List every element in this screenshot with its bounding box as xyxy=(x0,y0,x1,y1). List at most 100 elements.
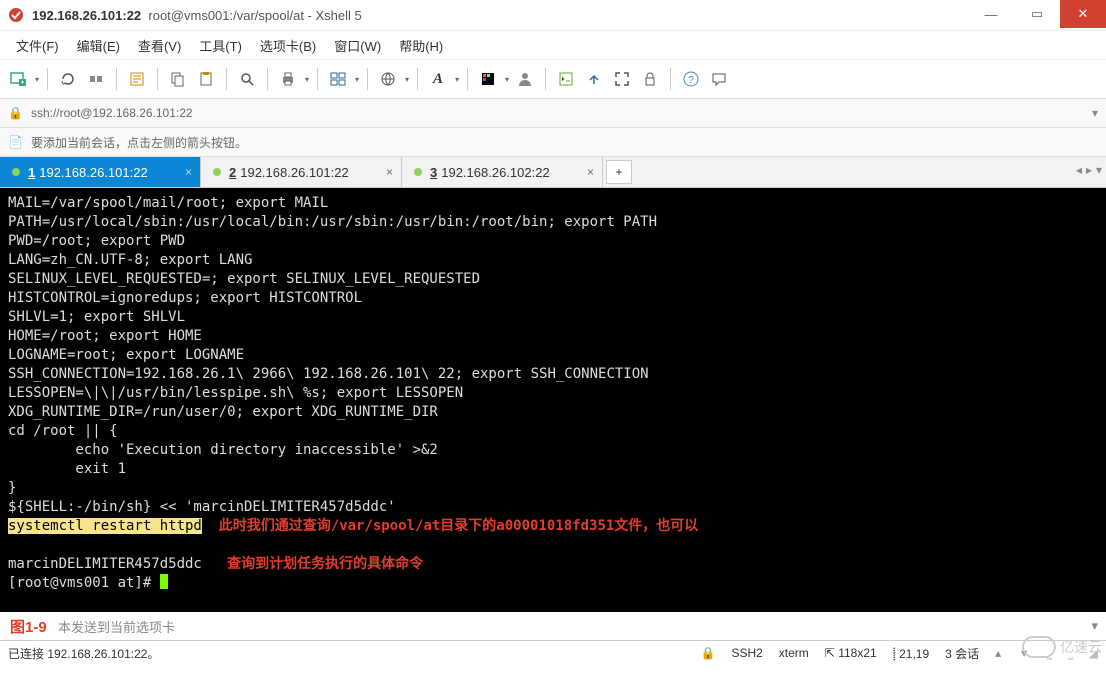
terminal-line: exit 1 xyxy=(8,461,126,477)
menu-bar: 文件(F) 编辑(E) 查看(V) 工具(T) 选项卡(B) 窗口(W) 帮助(… xyxy=(0,31,1106,60)
toolbar: ▾ ▾ ▾ ▾ A ▾ ▾ ? xyxy=(0,60,1106,99)
address-bar: 🔒 ssh://root@192.168.26.101:22 ▾ xyxy=(0,99,1106,128)
tab-prev-icon[interactable]: ◂ xyxy=(1076,163,1082,177)
copy-button[interactable] xyxy=(166,67,190,91)
title-bar: 192.168.26.101:22 root@vms001:/var/spool… xyxy=(0,0,1106,31)
annotation-text: 此时我们通过查询/var/spool/at目录下的a00001018fd351文… xyxy=(219,518,699,534)
session-tabbar: 1 192.168.26.101:22 × 2 192.168.26.101:2… xyxy=(0,157,1106,188)
terminal-line: } xyxy=(8,480,16,496)
terminal-line: marcinDELIMITER457d5ddc xyxy=(8,556,202,572)
fullscreen-button[interactable] xyxy=(610,67,634,91)
maximize-button[interactable]: ▭ xyxy=(1014,0,1060,28)
cloud-icon xyxy=(1022,636,1056,658)
close-button[interactable]: ✕ xyxy=(1060,0,1106,28)
reconnect-button[interactable] xyxy=(56,67,80,91)
terminal-line: MAIL=/var/spool/mail/root; export MAIL xyxy=(8,195,328,211)
terminal-line: SSH_CONNECTION=192.168.26.1\ 2966\ 192.1… xyxy=(8,366,649,382)
terminal-line: PATH=/usr/local/sbin:/usr/local/bin:/usr… xyxy=(8,214,657,230)
dropdown-arrow-icon[interactable]: ▾ xyxy=(35,75,39,84)
terminal-line: echo 'Execution directory inaccessible' … xyxy=(8,442,438,458)
dropdown-arrow-icon[interactable]: ▾ xyxy=(305,75,309,84)
tab-next-icon[interactable]: ▸ xyxy=(1086,163,1092,177)
close-tab-icon[interactable]: × xyxy=(587,165,594,179)
menu-view[interactable]: 查看(V) xyxy=(132,34,187,57)
encoding-button[interactable] xyxy=(376,67,400,91)
status-term: xterm xyxy=(779,646,809,660)
status-size: 118x21 xyxy=(838,646,876,660)
status-connection: 已连接 192.168.26.101:22。 xyxy=(8,645,159,662)
close-tab-icon[interactable]: × xyxy=(386,165,393,179)
dropdown-arrow-icon[interactable]: ▾ xyxy=(405,75,409,84)
size-icon: ⇱ xyxy=(825,646,838,660)
info-bar: 📄 要添加当前会话，点击左侧的箭头按钮。 xyxy=(0,128,1106,157)
terminal-line: ${SHELL:-/bin/sh} << 'marcinDELIMITER457… xyxy=(8,499,396,515)
dropdown-arrow-icon[interactable]: ▾ xyxy=(505,75,509,84)
session-tab-3[interactable]: 3 192.168.26.102:22 × xyxy=(402,157,603,187)
new-session-button[interactable] xyxy=(6,67,30,91)
session-tab-1[interactable]: 1 192.168.26.101:22 × xyxy=(0,157,201,187)
dropdown-arrow-icon[interactable]: ▾ xyxy=(355,75,359,84)
window-title: 192.168.26.101:22 root@vms001:/var/spool… xyxy=(32,8,968,23)
menu-file[interactable]: 文件(F) xyxy=(10,34,65,57)
app-logo-icon xyxy=(8,7,24,23)
find-button[interactable] xyxy=(235,67,259,91)
menu-tools[interactable]: 工具(T) xyxy=(193,34,248,57)
highlighted-command: systemctl restart httpd xyxy=(8,518,202,534)
properties-button[interactable] xyxy=(125,67,149,91)
close-tab-icon[interactable]: × xyxy=(185,165,192,179)
tab-nav: ◂ ▸ ▾ xyxy=(1076,163,1102,177)
menu-window[interactable]: 窗口(W) xyxy=(328,34,387,57)
figure-label: 图1-9 xyxy=(10,616,47,637)
lock-button[interactable] xyxy=(638,67,662,91)
terminal-line: LESSOPEN=\|\|/usr/bin/lesspipe.sh\ %s; e… xyxy=(8,385,463,401)
cursor-icon xyxy=(160,574,168,589)
dropdown-arrow-icon[interactable]: ▾ xyxy=(1092,106,1098,120)
status-pos: 21,19 xyxy=(899,647,929,661)
status-dot-icon xyxy=(213,168,221,176)
color-scheme-button[interactable] xyxy=(476,67,500,91)
terminal-line: SHLVL=1; export SHLVL xyxy=(8,309,185,325)
send-command-bar[interactable]: 图1-9 本发送到当前选项卡 ▾ xyxy=(0,610,1106,640)
dropdown-arrow-icon[interactable]: ▾ xyxy=(1091,618,1098,634)
tab-list-icon[interactable]: ▾ xyxy=(1096,163,1102,177)
terminal-line: cd /root || { xyxy=(8,423,118,439)
script-button[interactable] xyxy=(554,67,578,91)
status-ssh: SSH2 xyxy=(731,646,762,660)
status-dot-icon xyxy=(414,168,422,176)
terminal-prompt: [root@vms001 at]# xyxy=(8,575,160,591)
annotation-text: 查询到计划任务执行的具体命令 xyxy=(227,556,423,572)
status-bar: 已连接 192.168.26.101:22。 🔒 SSH2 xterm ⇱ 11… xyxy=(0,640,1106,665)
disconnect-button[interactable] xyxy=(84,67,108,91)
menu-help[interactable]: 帮助(H) xyxy=(393,34,449,57)
session-tab-2[interactable]: 2 192.168.26.101:22 × xyxy=(201,157,402,187)
font-button[interactable]: A xyxy=(426,67,450,91)
chevron-up-icon[interactable]: ▴ xyxy=(995,646,1005,660)
svg-text:?: ? xyxy=(688,75,694,86)
terminal-line: LANG=zh_CN.UTF-8; export LANG xyxy=(8,252,252,268)
watermark: 亿速云 xyxy=(1022,636,1102,658)
lock-icon: 🔒 xyxy=(8,106,23,120)
menu-edit[interactable]: 编辑(E) xyxy=(71,34,126,57)
terminal-line: PWD=/root; export PWD xyxy=(8,233,185,249)
minimize-button[interactable]: — xyxy=(968,0,1014,28)
terminal-line: HISTCONTROL=ignoredups; export HISTCONTR… xyxy=(8,290,362,306)
terminal-line: HOME=/root; export HOME xyxy=(8,328,202,344)
terminal-line: LOGNAME=root; export LOGNAME xyxy=(8,347,244,363)
help-button[interactable]: ? xyxy=(679,67,703,91)
status-sessions: 3 会话 xyxy=(945,645,979,662)
status-dot-icon xyxy=(12,168,20,176)
transfer-button[interactable] xyxy=(582,67,606,91)
print-button[interactable] xyxy=(276,67,300,91)
profile-button[interactable] xyxy=(513,67,537,91)
dropdown-arrow-icon[interactable]: ▾ xyxy=(455,75,459,84)
add-tab-button[interactable]: + xyxy=(606,160,632,184)
terminal-line: XDG_RUNTIME_DIR=/run/user/0; export XDG_… xyxy=(8,404,438,420)
info-icon: 📄 xyxy=(8,135,23,149)
paste-button[interactable] xyxy=(194,67,218,91)
forum-button[interactable] xyxy=(707,67,731,91)
terminal-pane[interactable]: MAIL=/var/spool/mail/root; export MAIL P… xyxy=(0,188,1106,610)
address-url[interactable]: ssh://root@192.168.26.101:22 xyxy=(31,106,1084,120)
layout-button[interactable] xyxy=(326,67,350,91)
menu-tabs[interactable]: 选项卡(B) xyxy=(254,34,322,57)
info-text: 要添加当前会话，点击左侧的箭头按钮。 xyxy=(31,134,247,151)
